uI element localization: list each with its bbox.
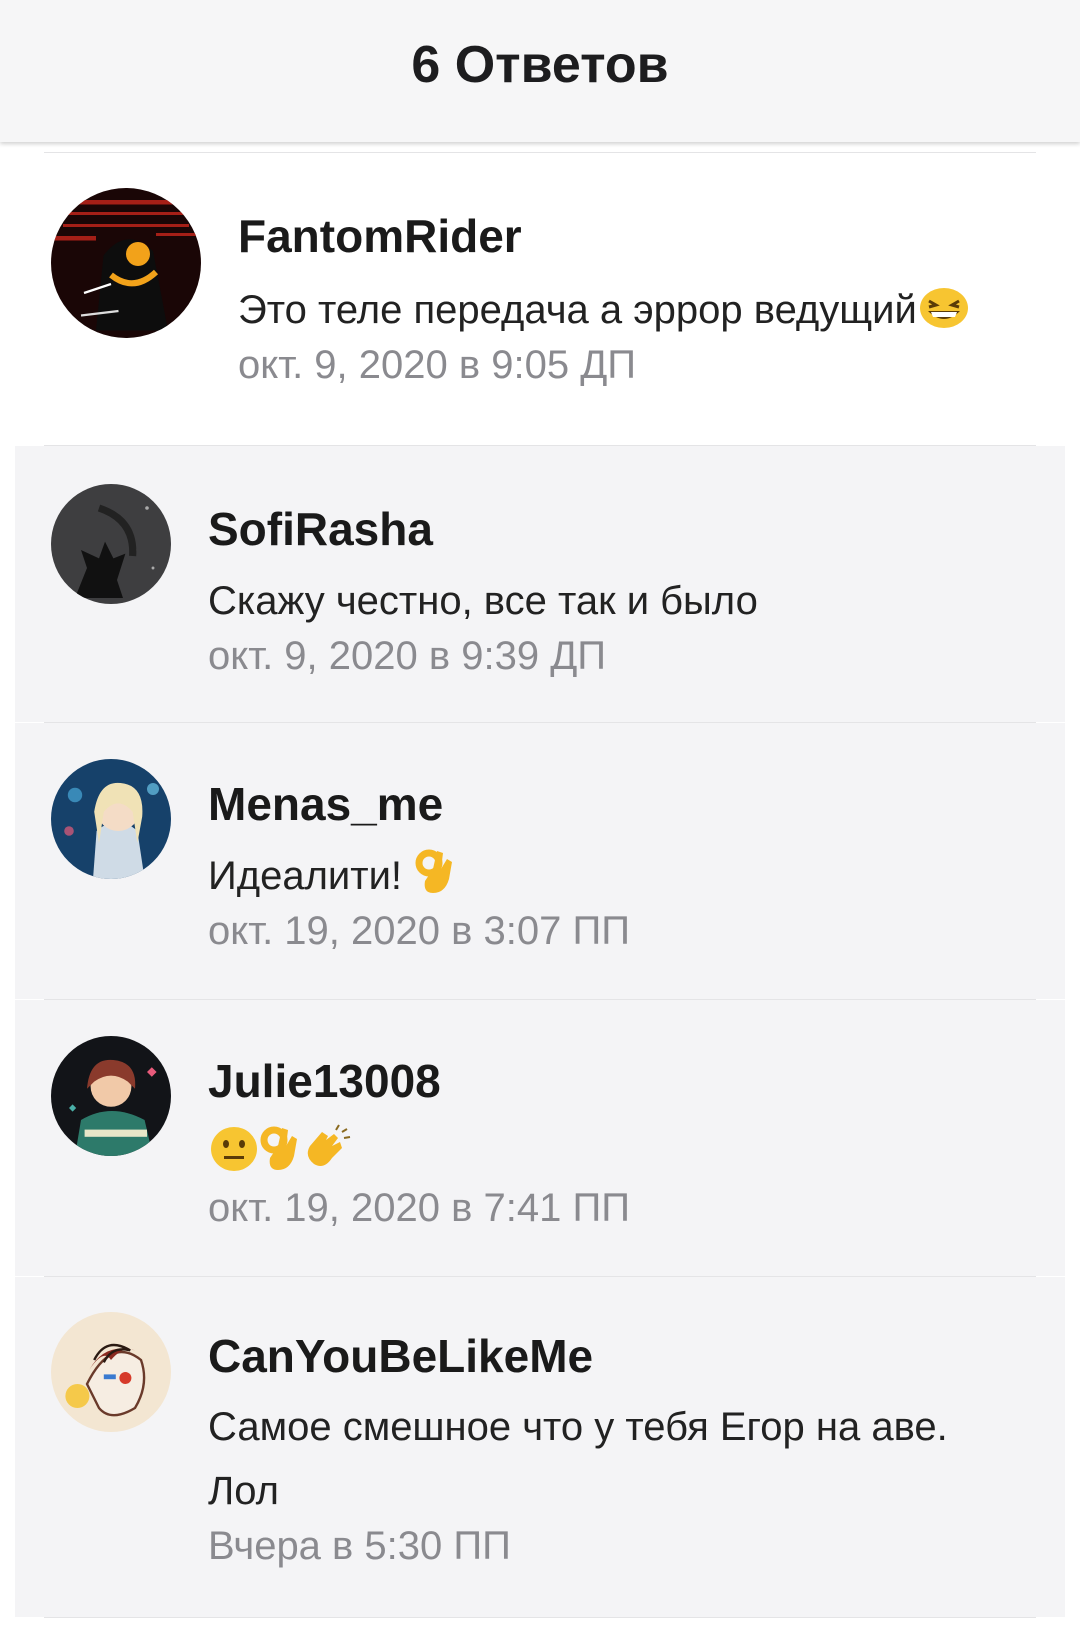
username[interactable]: CanYouBeLikeMe [208, 1329, 593, 1383]
user-avatar[interactable] [51, 759, 171, 879]
reply-timestamp: окт. 9, 2020 в 9:05 ДП [238, 343, 637, 387]
reply-text-content: Это теле передача а эррор ведущий [238, 288, 917, 332]
divider [44, 1617, 1036, 1618]
reply-text: Скажу честно, все так и было [208, 579, 758, 623]
username[interactable]: SofiRasha [208, 502, 433, 556]
reply-text: Самое смешное что у тебя Егор на аве. [208, 1405, 948, 1449]
user-avatar[interactable] [51, 1312, 171, 1432]
user-avatar[interactable] [51, 484, 171, 604]
reply-item[interactable]: Julie13008 окт. 19, 2020 в 7:41 ПП [15, 1000, 1065, 1276]
reply-text [208, 1121, 352, 1191]
reply-text: Это теле передача а эррор ведущий [238, 278, 969, 348]
reply-item[interactable]: SofiRasha Скажу честно, все так и было о… [15, 446, 1065, 722]
page-title: 6 Ответов [411, 36, 669, 94]
reply-text: Идеалити! [208, 844, 455, 914]
clapping-hands-icon [302, 1124, 352, 1191]
reply-timestamp: окт. 19, 2020 в 7:41 ПП [208, 1186, 630, 1230]
reply-text-line2: Лол [208, 1469, 279, 1513]
username[interactable]: Menas_me [208, 777, 443, 831]
user-avatar[interactable] [51, 1036, 171, 1156]
username[interactable]: Julie13008 [208, 1054, 441, 1108]
reply-timestamp: окт. 19, 2020 в 3:07 ПП [208, 909, 630, 953]
reply-timestamp: окт. 9, 2020 в 9:39 ДП [208, 634, 607, 678]
ok-hand-icon [260, 1126, 300, 1191]
username[interactable]: FantomRider [238, 209, 522, 263]
reply-item[interactable]: Menas_me Идеалити! окт. 19, 2020 в 3:07 … [15, 723, 1065, 999]
user-avatar[interactable] [51, 188, 201, 338]
ok-hand-icon [415, 849, 455, 914]
neutral-face-icon [210, 1126, 258, 1191]
reply-item[interactable]: FantomRider Это теле передача а эррор ве… [0, 153, 1080, 445]
reply-item[interactable]: CanYouBeLikeMe Самое смешное что у тебя … [15, 1277, 1065, 1617]
page-header: 6 Ответов [0, 0, 1080, 142]
grinning-squinting-face-icon [919, 284, 969, 348]
reply-text-content: Идеалити! [208, 854, 403, 898]
reply-timestamp: Вчера в 5:30 ПП [208, 1524, 511, 1568]
